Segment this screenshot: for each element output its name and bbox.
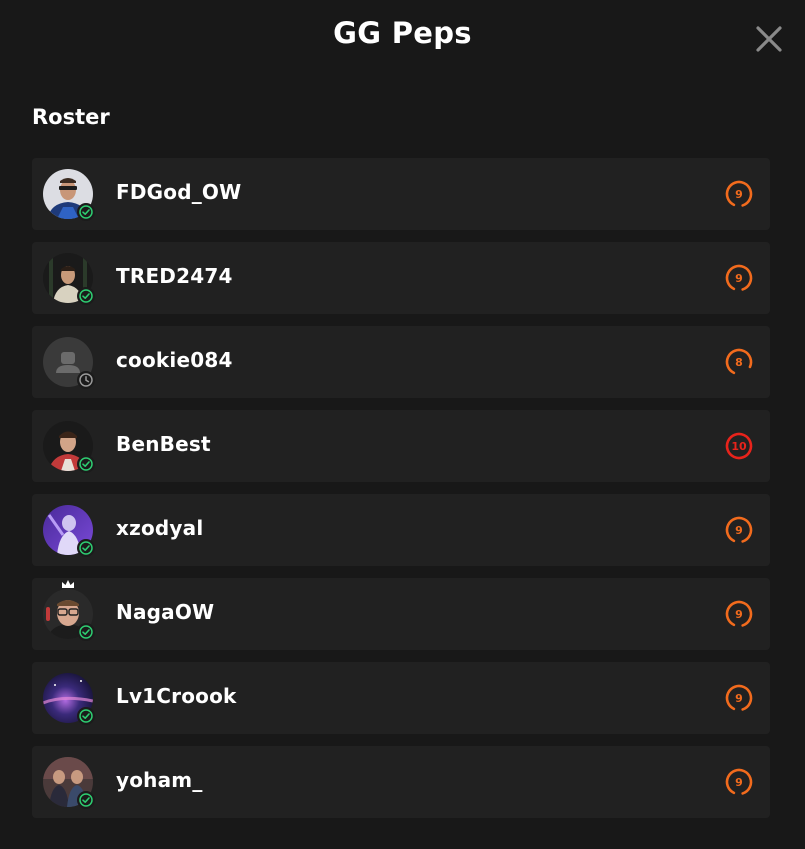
- player-name[interactable]: xzodyal: [116, 516, 203, 540]
- roster-row[interactable]: cookie084 8: [32, 326, 770, 398]
- roster-list: FDGod_OW 9 TRED2474 9 cookie084 8 BenBes…: [32, 158, 770, 830]
- player-name[interactable]: FDGod_OW: [116, 180, 241, 204]
- rating-value: 9: [735, 607, 743, 621]
- player-name[interactable]: NagaOW: [116, 600, 214, 624]
- rating-badge: 9: [724, 179, 754, 209]
- crown-icon: [62, 580, 74, 588]
- rating-value: 9: [735, 187, 743, 201]
- rating-value: 8: [735, 355, 743, 369]
- online-status-icon: [77, 539, 95, 557]
- online-status-icon: [77, 623, 95, 641]
- player-name[interactable]: Lv1Croook: [116, 684, 237, 708]
- close-button[interactable]: [752, 22, 786, 56]
- clock-status-icon: [77, 371, 95, 389]
- rating-badge: 9: [724, 683, 754, 713]
- player-name[interactable]: TRED2474: [116, 264, 233, 288]
- online-status-icon: [77, 791, 95, 809]
- roster-row[interactable]: TRED2474 9: [32, 242, 770, 314]
- rating-value: 9: [735, 271, 743, 285]
- roster-row[interactable]: Lv1Croook 9: [32, 662, 770, 734]
- roster-row[interactable]: yoham_ 9: [32, 746, 770, 818]
- player-name[interactable]: yoham_: [116, 768, 203, 792]
- roster-row[interactable]: xzodyal 9: [32, 494, 770, 566]
- online-status-icon: [77, 203, 95, 221]
- rating-value: 9: [735, 691, 743, 705]
- rating-badge: 9: [724, 599, 754, 629]
- rating-badge: 9: [724, 515, 754, 545]
- rating-badge: 8: [724, 347, 754, 377]
- rating-value: 9: [735, 775, 743, 789]
- player-name[interactable]: cookie084: [116, 348, 233, 372]
- online-status-icon: [77, 455, 95, 473]
- rating-badge: 9: [724, 767, 754, 797]
- online-status-icon: [77, 287, 95, 305]
- online-status-icon: [77, 707, 95, 725]
- modal-title: GG Peps: [333, 16, 472, 50]
- rating-value: 9: [735, 523, 743, 537]
- rating-badge: 9: [724, 263, 754, 293]
- roster-heading: Roster: [32, 105, 110, 129]
- roster-row[interactable]: FDGod_OW 9: [32, 158, 770, 230]
- rating-badge: 10: [724, 431, 754, 461]
- roster-row[interactable]: BenBest 10: [32, 410, 770, 482]
- player-name[interactable]: BenBest: [116, 432, 211, 456]
- close-icon: [756, 26, 782, 52]
- rating-value: 10: [731, 439, 747, 453]
- roster-row[interactable]: NagaOW 9: [32, 578, 770, 650]
